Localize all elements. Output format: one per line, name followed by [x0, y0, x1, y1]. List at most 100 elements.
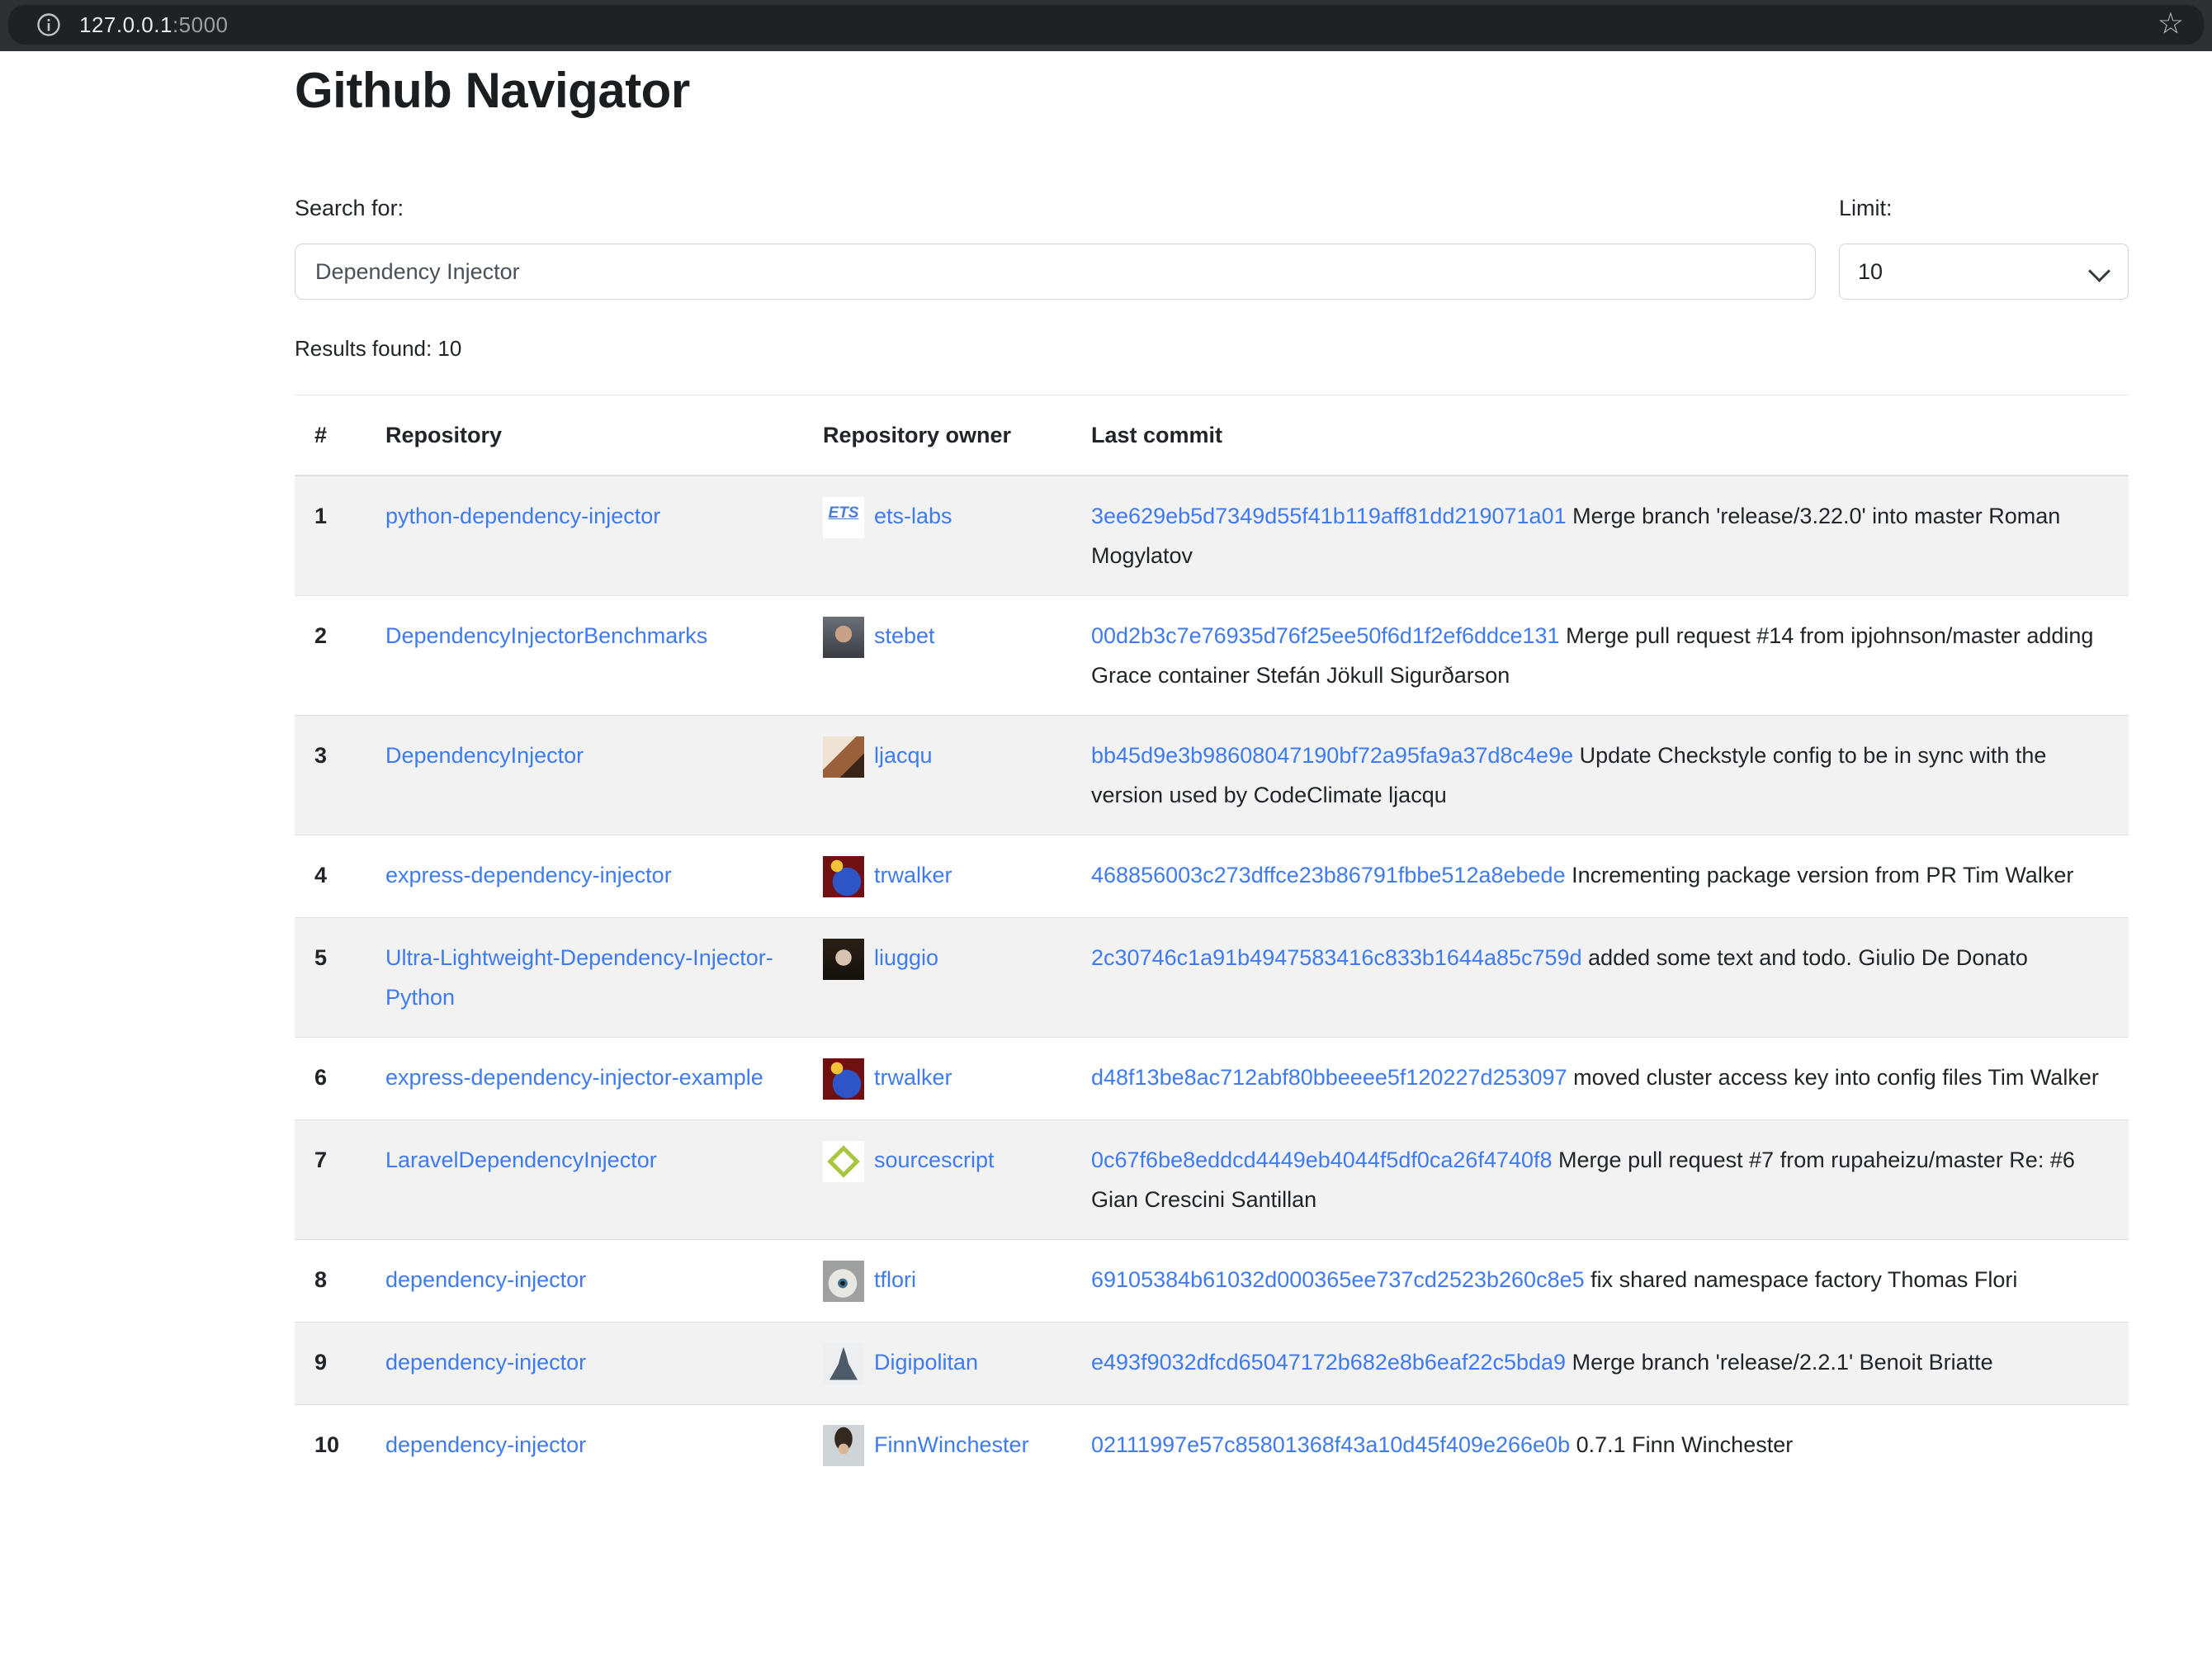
repository-link[interactable]: dependency-injector — [385, 1267, 586, 1292]
owner-cell: ljacqu — [803, 716, 1071, 835]
column-header-repository: Repository — [366, 395, 803, 476]
owner-link[interactable]: sourcescript — [874, 1148, 995, 1172]
row-number: 9 — [295, 1322, 366, 1404]
commit-cell: 00d2b3c7e76935d76f25ee50f6d1f2ef6ddce131… — [1071, 596, 2129, 716]
limit-select[interactable]: 10 — [1839, 244, 2129, 300]
row-number: 4 — [295, 835, 366, 918]
commit-cell: 2c30746c1a91b4947583416c833b1644a85c759d… — [1071, 917, 2129, 1037]
commit-cell: 0c67f6be8eddcd4449eb4044f5df0ca26f4740f8… — [1071, 1119, 2129, 1239]
table-row: 4 express-dependency-injector trwalker 4688… — [295, 835, 2129, 918]
table-row: 10dependency-injectorFinnWinchester02111… — [295, 1404, 2129, 1486]
table-row: 1 python-dependency-injector ETS ets-labs 3e… — [295, 476, 2129, 596]
browser-chrome: 127.0.0.1:5000 ☆ — [0, 0, 2212, 51]
owner-cell: ETS ets-labs — [803, 476, 1071, 596]
commit-cell: 468856003c273dffce23b86791fbbe512a8ebede… — [1071, 835, 2129, 918]
star-icon[interactable]: ☆ — [2158, 9, 2184, 39]
browser-url-bar[interactable]: 127.0.0.1:5000 ☆ — [8, 5, 2204, 45]
repository-cell: dependency-injector — [366, 1404, 803, 1486]
ets-labs-logo-icon: ETS — [823, 497, 864, 538]
owner-cell: sourcescript — [803, 1119, 1071, 1239]
commit-hash-link[interactable]: 3ee629eb5d7349d55f41b119aff81dd219071a01 — [1091, 504, 1567, 528]
search-label: Search for: — [295, 192, 1816, 225]
repository-cell: python-dependency-injector — [366, 476, 803, 596]
page-container: Github Navigator Search for: Limit: 10 R… — [295, 61, 2129, 1486]
page-title: Github Navigator — [295, 61, 2129, 121]
repository-link[interactable]: express-dependency-injector — [385, 863, 672, 887]
search-input[interactable] — [295, 244, 1816, 300]
repository-cell: DependencyInjector — [366, 716, 803, 835]
owner-link[interactable]: ets-labs — [874, 504, 952, 528]
commit-cell: 02111997e57c85801368f43a10d45f409e266e0b… — [1071, 1404, 2129, 1486]
stebet-photo-icon — [823, 617, 864, 658]
commit-message: fix shared namespace factory Thomas Flor… — [1590, 1267, 2017, 1292]
commit-hash-link[interactable]: bb45d9e3b98608047190bf72a95fa9a37d8c4e9e — [1091, 743, 1573, 768]
tflori-photo-icon — [823, 1261, 864, 1302]
owner-link[interactable]: stebet — [874, 623, 935, 648]
row-number: 5 — [295, 917, 366, 1037]
limit-field-group: Limit: 10 — [1839, 192, 2129, 300]
table-row: 6 express-dependency-injector-example trwa… — [295, 1037, 2129, 1119]
commit-hash-link[interactable]: 468856003c273dffce23b86791fbbe512a8ebede — [1091, 863, 1566, 887]
commit-message: added some text and todo. Giulio De Dona… — [1588, 945, 2028, 970]
repository-link[interactable]: python-dependency-injector — [385, 504, 660, 528]
results-table: # Repository Repository owner Last commi… — [295, 395, 2129, 1486]
owner-link[interactable]: ljacqu — [874, 743, 933, 768]
trwalker-avatar-icon — [823, 1058, 864, 1100]
table-row: 5 Ultra-Lightweight-Dependency-Injector-P… — [295, 917, 2129, 1037]
repository-cell: express-dependency-injector — [366, 835, 803, 918]
owner-link[interactable]: trwalker — [874, 863, 952, 887]
url-host: 127.0.0.1 — [79, 12, 173, 37]
row-number: 8 — [295, 1239, 366, 1322]
repository-link[interactable]: Ultra-Lightweight-Dependency-Injector-Py… — [385, 945, 773, 1010]
table-row: 2 DependencyInjectorBenchmarks stebet 00d2b… — [295, 596, 2129, 716]
trwalker-avatar-icon — [823, 856, 864, 897]
limit-label: Limit: — [1839, 192, 2129, 225]
table-row: 3DependencyInjectorljacqubb45d9e3b986080… — [295, 716, 2129, 835]
repository-link[interactable]: dependency-injector — [385, 1432, 586, 1457]
owner-cell: trwalker — [803, 1037, 1071, 1119]
commit-hash-link[interactable]: 00d2b3c7e76935d76f25ee50f6d1f2ef6ddce131 — [1091, 623, 1560, 648]
url-port: :5000 — [173, 12, 229, 37]
repository-cell: DependencyInjectorBenchmarks — [366, 596, 803, 716]
row-number: 1 — [295, 476, 366, 596]
table-row: 9 dependency-injector Digipolitan e493f9032… — [295, 1322, 2129, 1404]
url-text: 127.0.0.1:5000 — [79, 12, 229, 38]
owner-link[interactable]: tflori — [874, 1267, 916, 1292]
column-header-num: # — [295, 395, 366, 476]
commit-hash-link[interactable]: 69105384b61032d000365ee737cd2523b260c8e5 — [1091, 1267, 1585, 1292]
repository-link[interactable]: LaravelDependencyInjector — [385, 1148, 657, 1172]
digipolitan-logo-icon — [823, 1343, 864, 1384]
commit-message: moved cluster access key into config fil… — [1573, 1065, 2099, 1090]
row-number: 2 — [295, 596, 366, 716]
repository-link[interactable]: DependencyInjector — [385, 743, 584, 768]
finnwinchester-photo-icon — [823, 1425, 864, 1466]
owner-cell: liuggio — [803, 917, 1071, 1037]
commit-hash-link[interactable]: e493f9032dfcd65047172b682e8b6eaf22c5bda9 — [1091, 1350, 1566, 1375]
owner-cell: tflori — [803, 1239, 1071, 1322]
commit-hash-link[interactable]: d48f13be8ac712abf80bbeeee5f120227d253097 — [1091, 1065, 1567, 1090]
search-form: Search for: Limit: 10 — [295, 192, 2129, 300]
owner-link[interactable]: liuggio — [874, 945, 938, 970]
repository-cell: dependency-injector — [366, 1322, 803, 1404]
owner-link[interactable]: Digipolitan — [874, 1350, 978, 1375]
row-number: 6 — [295, 1037, 366, 1119]
repository-link[interactable]: express-dependency-injector-example — [385, 1065, 763, 1090]
repository-cell: Ultra-Lightweight-Dependency-Injector-Py… — [366, 917, 803, 1037]
commit-cell: e493f9032dfcd65047172b682e8b6eaf22c5bda9… — [1071, 1322, 2129, 1404]
column-header-last-commit: Last commit — [1071, 395, 2129, 476]
commit-cell: d48f13be8ac712abf80bbeeee5f120227d253097… — [1071, 1037, 2129, 1119]
commit-message: Incrementing package version from PR Tim… — [1572, 863, 2073, 887]
owner-link[interactable]: FinnWinchester — [874, 1432, 1029, 1457]
owner-cell: FinnWinchester — [803, 1404, 1071, 1486]
commit-cell: 3ee629eb5d7349d55f41b119aff81dd219071a01… — [1071, 476, 2129, 596]
commit-message: 0.7.1 Finn Winchester — [1576, 1432, 1794, 1457]
commit-hash-link[interactable]: 2c30746c1a91b4947583416c833b1644a85c759d — [1091, 945, 1582, 970]
results-table-head: # Repository Repository owner Last commi… — [295, 395, 2129, 476]
table-row: 7LaravelDependencyInjectorsourcescript0c… — [295, 1119, 2129, 1239]
commit-hash-link[interactable]: 0c67f6be8eddcd4449eb4044f5df0ca26f4740f8 — [1091, 1148, 1553, 1172]
owner-link[interactable]: trwalker — [874, 1065, 952, 1090]
commit-hash-link[interactable]: 02111997e57c85801368f43a10d45f409e266e0b — [1091, 1432, 1570, 1457]
repository-link[interactable]: dependency-injector — [385, 1350, 586, 1375]
info-icon[interactable] — [36, 12, 61, 37]
repository-link[interactable]: DependencyInjectorBenchmarks — [385, 623, 707, 648]
